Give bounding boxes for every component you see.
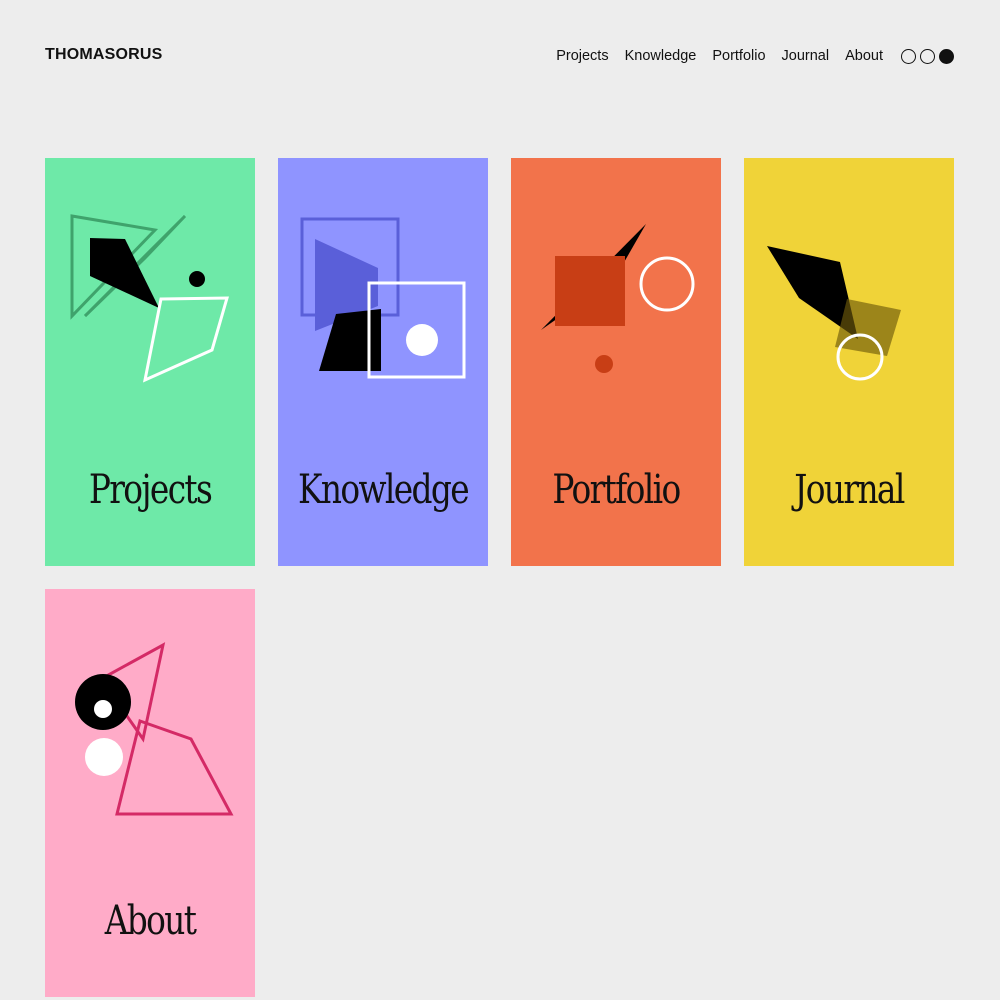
journal-illustration-icon (767, 246, 901, 381)
top-nav: Projects Knowledge Portfolio Journal Abo… (556, 46, 954, 66)
portfolio-illustration-icon (541, 224, 695, 373)
site-logo[interactable]: THOMASORUS (45, 46, 163, 64)
theme-switcher (901, 48, 954, 64)
card-projects[interactable]: Projects (45, 158, 255, 566)
theme-option-2-icon[interactable] (920, 48, 935, 64)
page: THOMASORUS Projects Knowledge Portfolio … (0, 0, 1000, 1000)
card-title-knowledge: Knowledge (298, 467, 470, 513)
nav-link-projects[interactable]: Projects (556, 46, 608, 66)
nav-link-knowledge[interactable]: Knowledge (625, 46, 697, 66)
projects-illustration-icon (70, 214, 230, 383)
theme-option-3-icon[interactable] (939, 48, 954, 64)
card-journal[interactable]: Journal (744, 158, 954, 566)
card-portfolio[interactable]: Portfolio (511, 158, 721, 566)
card-title-about: About (104, 898, 197, 944)
card-about[interactable]: About (45, 589, 255, 997)
card-title-projects: Projects (88, 467, 213, 513)
card-title-journal: Journal (794, 467, 905, 513)
card-knowledge[interactable]: Knowledge (278, 158, 488, 566)
nav-link-about[interactable]: About (845, 46, 883, 66)
nav-link-portfolio[interactable]: Portfolio (712, 46, 765, 66)
about-illustration-icon (75, 642, 234, 816)
knowledge-illustration-icon (300, 217, 466, 379)
theme-option-1-icon[interactable] (901, 48, 916, 64)
nav-link-journal[interactable]: Journal (782, 46, 830, 66)
card-title-portfolio: Portfolio (552, 467, 681, 513)
